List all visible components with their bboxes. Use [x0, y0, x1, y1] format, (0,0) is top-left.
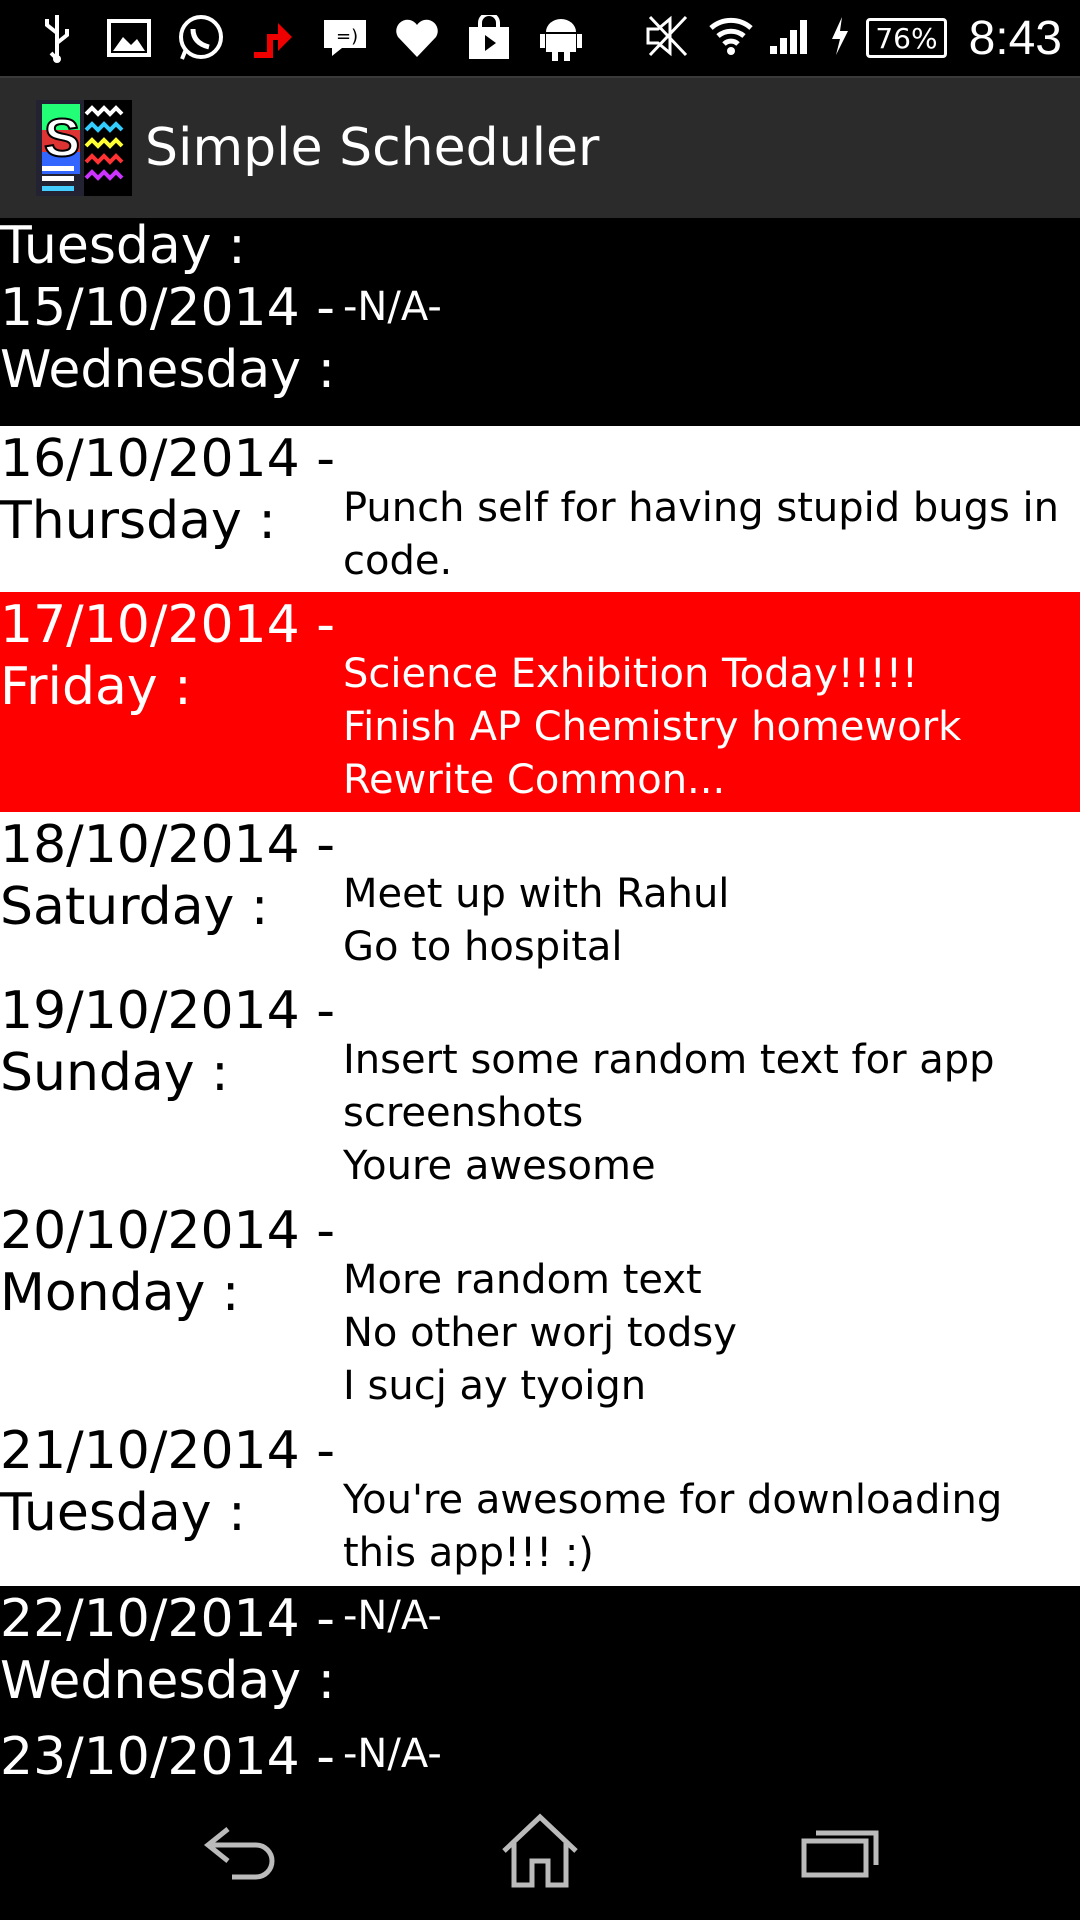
upload-icon — [246, 11, 300, 65]
task-text: Go to hospital — [343, 924, 623, 970]
message-icon: =) — [318, 11, 372, 65]
day-tasks: -N/A- — [343, 1728, 1063, 1778]
list-item-today[interactable]: 17/10/2014 - Friday : Science Exhibition… — [0, 592, 1080, 812]
battery-indicator: 76% — [866, 18, 947, 58]
mute-icon — [640, 11, 694, 65]
list-item[interactable]: 20/10/2014 - Monday : More random text N… — [0, 1198, 1080, 1418]
day-tasks: You're awesome for downloading this app!… — [343, 1474, 1063, 1580]
svg-text:S: S — [44, 108, 80, 168]
wifi-icon — [708, 16, 754, 60]
day-date-label: 19/10/2014 - Sunday : — [0, 981, 336, 1103]
system-status: 76% 8:43 — [640, 0, 1062, 76]
task-text: Youre awesome — [343, 1143, 656, 1189]
task-text: Rewrite Common... — [343, 757, 726, 803]
day-date-label: 21/10/2014 - Tuesday : — [0, 1421, 336, 1543]
day-tasks: More random text No other worj todsy I s… — [343, 1254, 1063, 1413]
back-icon — [198, 1821, 282, 1885]
day-date-label: 22/10/2014 - Wednesday : — [0, 1589, 336, 1711]
day-date-label: 15/10/2014 - Wednesday : — [0, 278, 336, 400]
app-title: Simple Scheduler — [145, 118, 600, 178]
signal-icon — [768, 16, 814, 60]
task-text: -N/A- — [343, 284, 442, 330]
task-text: More random text — [343, 1257, 702, 1303]
day-date-label: 23/10/2014 - — [0, 1727, 336, 1778]
navigation-bar — [0, 1778, 1080, 1920]
task-text: -N/A- — [343, 1593, 442, 1639]
status-bar: =) 76% 8:43 — [0, 0, 1080, 76]
day-tasks: Meet up with Rahul Go to hospital — [343, 868, 1063, 974]
heart-icon — [390, 11, 444, 65]
list-item[interactable]: 16/10/2014 - Thursday : Punch self for h… — [0, 426, 1080, 592]
status-clock: 8:43 — [968, 11, 1062, 65]
task-text: -N/A- — [343, 1731, 442, 1777]
day-tasks: -N/A- — [343, 1590, 1063, 1643]
list-item[interactable]: 19/10/2014 - Sunday : Insert some random… — [0, 978, 1080, 1198]
day-date-label: 20/10/2014 - Monday : — [0, 1201, 336, 1323]
task-text: Punch self for having stupid bugs in cod… — [343, 485, 1072, 584]
charging-icon — [828, 15, 852, 61]
back-button[interactable] — [190, 1808, 290, 1898]
store-icon — [462, 11, 516, 65]
task-text: I sucj ay tyoign — [343, 1363, 647, 1409]
day-date-label: 16/10/2014 - Thursday : — [0, 429, 336, 551]
task-text: Meet up with Rahul — [343, 871, 730, 917]
day-tasks: Insert some random text for app screensh… — [343, 1034, 1063, 1193]
day-date-label: Tuesday : — [0, 218, 246, 276]
notification-icons: =) — [30, 0, 588, 76]
action-bar: S Simple Scheduler — [0, 76, 1080, 218]
app-logo-icon[interactable]: S — [36, 100, 132, 196]
list-item[interactable]: 23/10/2014 - -N/A- — [0, 1726, 1080, 1778]
usb-icon — [30, 11, 84, 65]
day-date-label: 18/10/2014 - Saturday : — [0, 815, 336, 937]
home-icon — [498, 1813, 582, 1893]
recents-icon — [798, 1821, 882, 1885]
list-item[interactable]: 21/10/2014 - Tuesday : You're awesome fo… — [0, 1418, 1080, 1586]
day-tasks: Punch self for having stupid bugs in cod… — [343, 482, 1063, 588]
day-tasks: Science Exhibition Today!!!!! Finish AP … — [343, 648, 1063, 807]
recents-button[interactable] — [790, 1808, 890, 1898]
schedule-list[interactable]: Tuesday : 15/10/2014 - Wednesday : -N/A-… — [0, 218, 1080, 1778]
task-text: Insert some random text for app screensh… — [343, 1037, 1008, 1136]
day-tasks: -N/A- — [343, 281, 1063, 334]
task-text: You're awesome for downloading this app!… — [343, 1477, 1015, 1576]
day-date-label: 17/10/2014 - Friday : — [0, 595, 336, 717]
image-icon — [102, 11, 156, 65]
android-icon — [534, 11, 588, 65]
home-button[interactable] — [490, 1808, 590, 1898]
svg-text:=): =) — [336, 26, 358, 47]
task-text: Science Exhibition Today!!!!! — [343, 651, 918, 697]
task-text: No other worj todsy — [343, 1310, 737, 1356]
whatsapp-icon — [174, 11, 228, 65]
list-item[interactable]: 15/10/2014 - Wednesday : -N/A- — [0, 277, 1080, 426]
task-text: Finish AP Chemistry homework — [343, 704, 962, 750]
list-item[interactable]: 22/10/2014 - Wednesday : -N/A- — [0, 1586, 1080, 1726]
list-item[interactable]: 18/10/2014 - Saturday : Meet up with Rah… — [0, 812, 1080, 978]
